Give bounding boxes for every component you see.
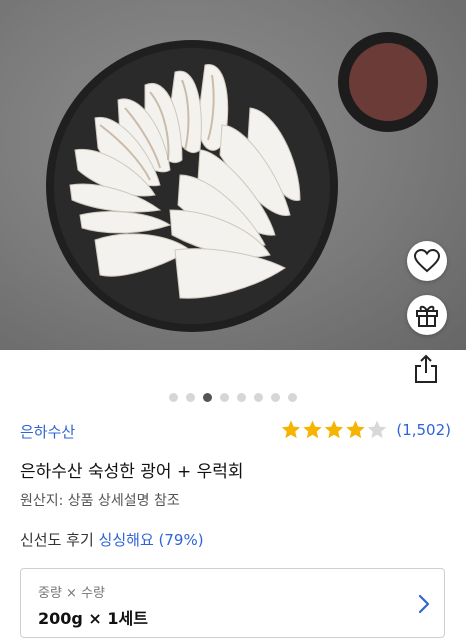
freshness-review[interactable]: 신선도 후기 싱싱해요 (79%) (20, 529, 204, 550)
share-button[interactable] (411, 352, 441, 386)
rating[interactable]: (1,502) (280, 419, 451, 441)
review-count[interactable]: (1,502) (396, 421, 451, 439)
gallery-pagination (0, 393, 466, 402)
pagination-dot[interactable] (237, 393, 246, 402)
star-icon (346, 420, 366, 439)
pagination-dot[interactable] (220, 393, 229, 402)
product-image-gallery[interactable] (0, 0, 466, 350)
star-icon (368, 420, 387, 439)
product-photo (46, 32, 438, 332)
gift-icon (416, 305, 438, 327)
option-selector[interactable]: 중량 × 수량 200g × 1세트 (20, 568, 445, 638)
option-label: 중량 × 수량 (38, 586, 105, 601)
star-rating (282, 420, 387, 439)
pagination-dot[interactable] (169, 393, 178, 402)
star-icon (282, 420, 301, 439)
option-value: 200g × 1세트 (38, 609, 148, 628)
share-icon (415, 354, 437, 383)
product-title: 은하수산 숙성한 광어 + 우럭회 (20, 462, 244, 482)
heart-icon (414, 249, 440, 273)
pagination-dot[interactable] (254, 393, 263, 402)
freshness-value[interactable]: 싱싱해요 (79%) (99, 531, 204, 549)
chevron-right-icon (418, 594, 430, 614)
star-icon (325, 420, 344, 439)
pagination-dot[interactable] (186, 393, 195, 402)
seller-link[interactable]: 은하수산 (20, 421, 75, 442)
star-icon (303, 420, 323, 439)
pagination-dot-active[interactable] (203, 393, 212, 402)
gift-button[interactable] (407, 295, 447, 335)
wishlist-button[interactable] (407, 241, 447, 281)
pagination-dot[interactable] (271, 393, 280, 402)
origin-info: 원산지: 상품 상세설명 참조 (20, 493, 180, 509)
freshness-label: 신선도 후기 (20, 531, 99, 549)
pagination-dot[interactable] (288, 393, 297, 402)
